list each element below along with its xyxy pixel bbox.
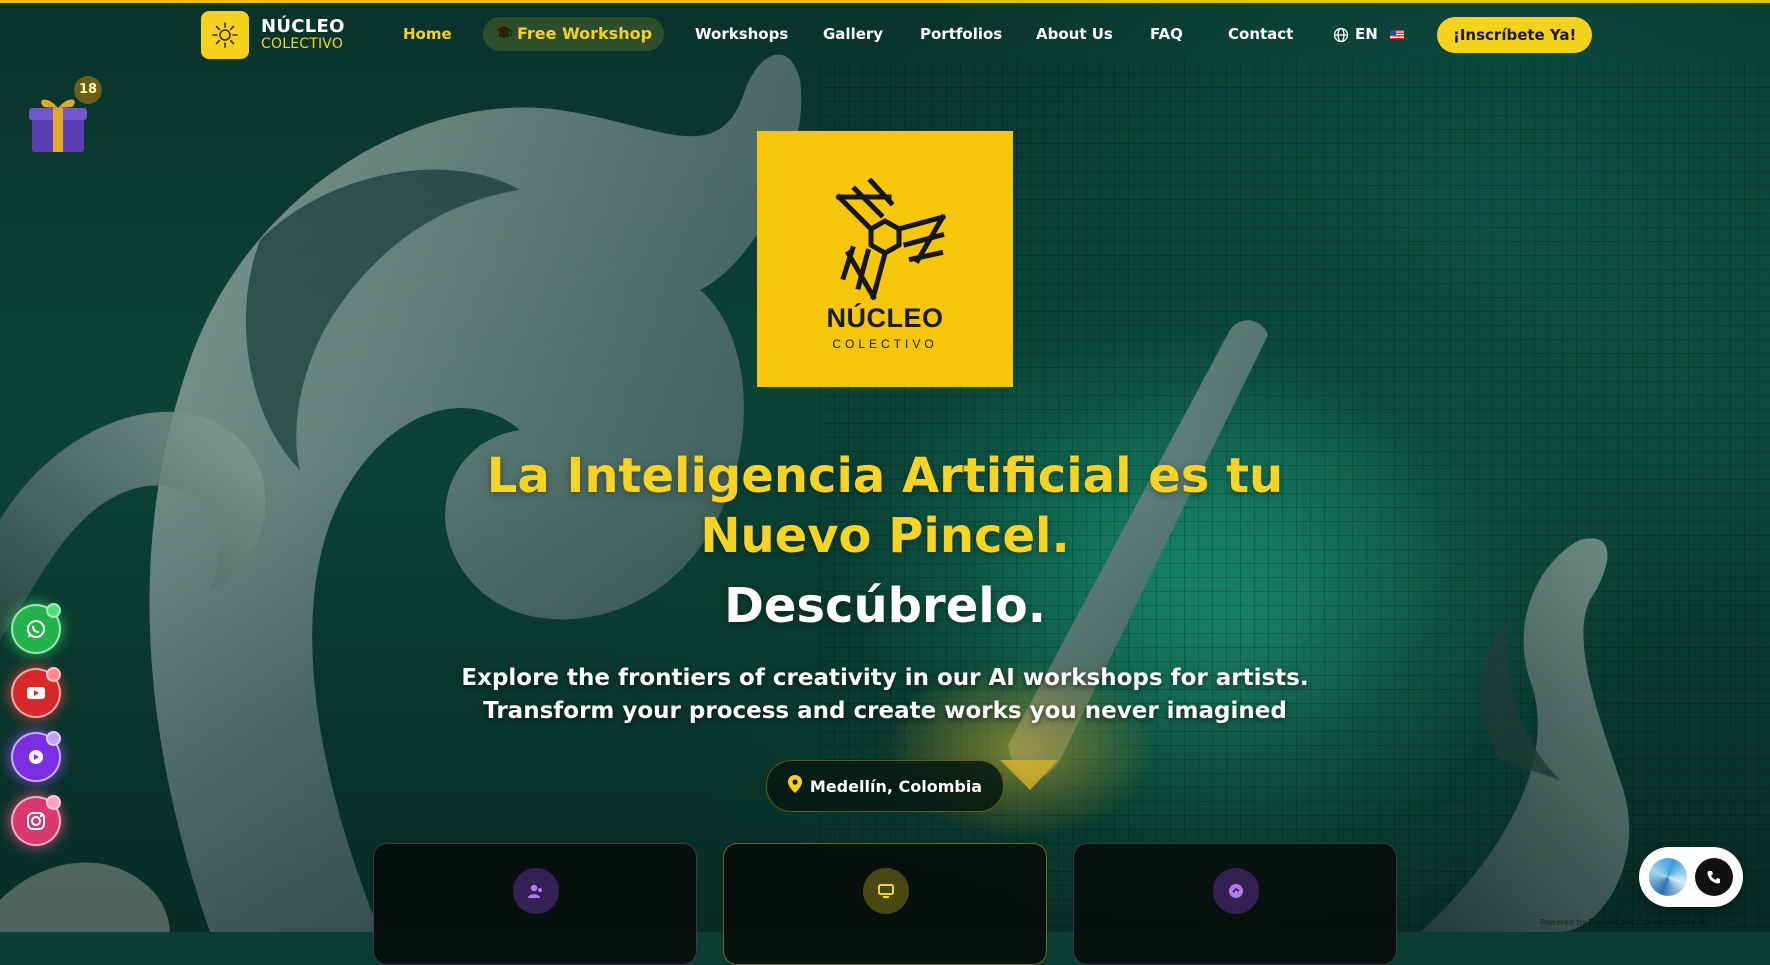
feature-card	[1073, 843, 1397, 965]
location-label: Medellín, Colombia	[809, 776, 983, 796]
nav-faq[interactable]: FAQ	[1150, 17, 1183, 51]
youtube-icon	[27, 687, 45, 699]
nav-gallery[interactable]: Gallery	[823, 17, 883, 51]
play-button[interactable]	[11, 731, 61, 782]
graduation-cap-icon	[495, 18, 513, 52]
voice-call-widget[interactable]	[1639, 847, 1743, 907]
instagram-icon	[27, 812, 45, 830]
nav-free-workshop[interactable]: Free Workshop	[483, 17, 665, 52]
hero-subtitle-line1: Explore the frontiers of creativity in o…	[461, 665, 1309, 691]
location-pill: Medellín, Colombia	[766, 760, 1004, 812]
whatsapp-button[interactable]	[11, 603, 61, 654]
youtube-button[interactable]	[11, 667, 61, 718]
nav-home[interactable]: Home	[403, 17, 452, 51]
gift-button[interactable]: 18	[26, 76, 102, 154]
feature-card	[373, 843, 697, 965]
ai-orb-icon	[1649, 858, 1687, 896]
nav-free-workshop-label: Free Workshop	[517, 24, 653, 43]
top-accent-line	[0, 0, 1770, 3]
nav-workshops[interactable]: Workshops	[695, 17, 788, 51]
language-code: EN	[1355, 25, 1378, 43]
logo-title: NÚCLEO	[826, 303, 944, 333]
brand-subtitle: COLECTIVO	[261, 36, 344, 53]
phone-icon[interactable]	[1695, 858, 1733, 896]
sun-logo-icon	[201, 11, 249, 59]
brand-title: NÚCLEO	[261, 16, 345, 38]
site-header: NÚCLEO COLECTIVO Home Free Workshop Work…	[0, 3, 1770, 65]
feature-card	[723, 843, 1047, 965]
users-icon	[513, 868, 559, 914]
hero-subtitle-line2: Transform your process and create works …	[483, 698, 1287, 724]
nav-about-us[interactable]: About Us	[1036, 17, 1113, 51]
language-selector[interactable]: EN	[1333, 17, 1404, 51]
logo-subtitle: COLECTIVO	[832, 337, 938, 351]
palette-icon	[1213, 868, 1259, 914]
whatsapp-icon	[27, 620, 45, 638]
map-pin-icon	[787, 775, 802, 797]
monitor-icon	[863, 868, 909, 914]
gift-count-badge: 18	[74, 76, 102, 104]
signup-cta-button[interactable]: ¡Inscríbete Ya!	[1437, 17, 1593, 53]
hero-title-line2: Nuevo Pincel.	[700, 508, 1070, 564]
nucleo-logo: NÚCLEO COLECTIVO	[757, 131, 1013, 387]
us-flag-icon	[1389, 29, 1404, 39]
powered-by-text: Powered by ElevenLabs Conversational AI	[1540, 918, 1708, 927]
instagram-button[interactable]	[11, 795, 61, 846]
nav-contact[interactable]: Contact	[1228, 17, 1293, 51]
hero-subtitle: Explore the frontiers of creativity in o…	[385, 662, 1385, 728]
hero-title-line1: La Inteligencia Artificial es tu	[486, 448, 1284, 504]
brand-logo-link[interactable]: NÚCLEO COLECTIVO	[201, 11, 345, 59]
hero-tagline: Descúbrelo.	[724, 578, 1046, 634]
hero-title: La Inteligencia Artificial es tu Nuevo P…	[385, 446, 1385, 566]
nav-portfolios[interactable]: Portfolios	[920, 17, 1002, 51]
play-icon	[29, 750, 43, 764]
globe-icon	[1333, 17, 1349, 51]
